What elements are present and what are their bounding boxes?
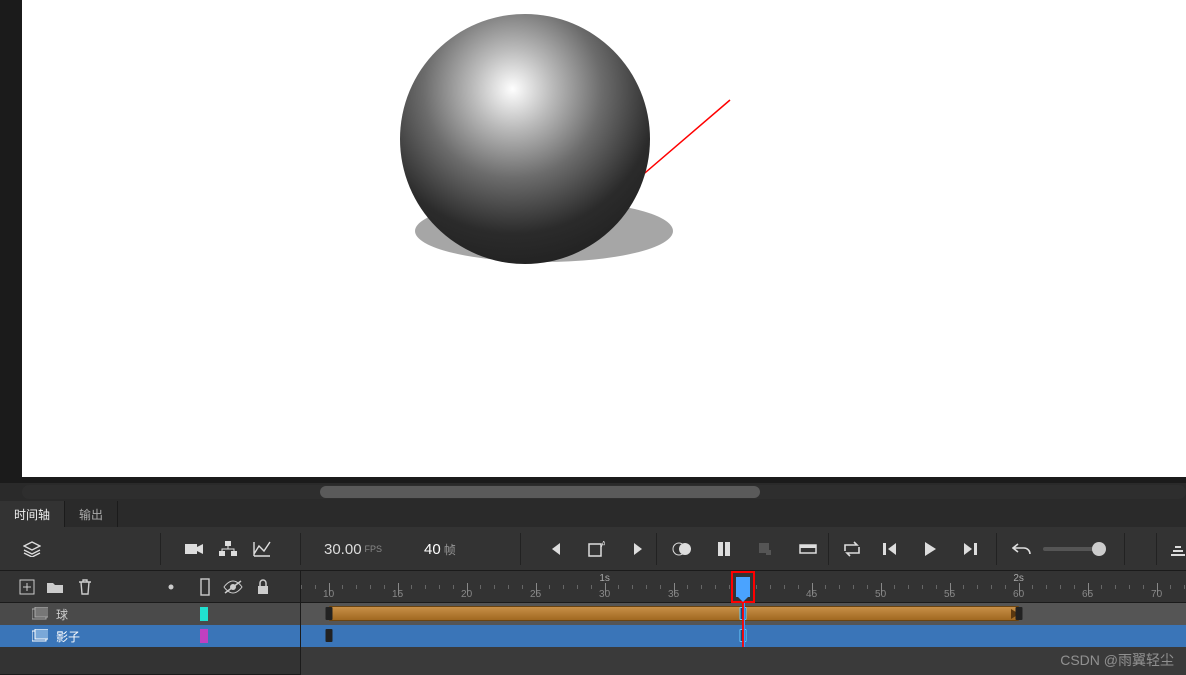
new-folder-icon[interactable]	[44, 577, 66, 597]
lock-column-icon[interactable]	[252, 577, 274, 597]
hierarchy-icon[interactable]	[216, 537, 240, 561]
layer-name: 球	[56, 606, 68, 623]
layer-color-chip[interactable]	[200, 629, 208, 643]
camera-icon[interactable]	[182, 537, 206, 561]
fps-field[interactable]: 30.00FPS	[324, 537, 382, 561]
next-keyframe-icon[interactable]	[626, 537, 650, 561]
play-icon[interactable]	[918, 537, 942, 561]
frame-label: 帧	[444, 541, 456, 558]
scrollbar-thumb[interactable]	[320, 486, 760, 498]
outline-column-icon[interactable]	[194, 577, 216, 597]
undo-icon[interactable]	[1010, 537, 1034, 561]
delete-layer-icon[interactable]	[74, 577, 96, 597]
sphere-object[interactable]	[400, 14, 650, 264]
resize-timeline-icon[interactable]	[1166, 537, 1186, 561]
edit-multiple-icon[interactable]	[712, 537, 736, 561]
panel-tabs: 时间轴 输出	[0, 501, 1186, 527]
stage-horizontal-scrollbar[interactable]	[0, 483, 1186, 501]
layer-row[interactable]: 影子	[0, 625, 300, 647]
new-layer-icon[interactable]	[16, 577, 38, 597]
layer-type-icon	[32, 607, 48, 621]
fps-value[interactable]: 30.00	[324, 541, 362, 558]
zoom-slider-knob[interactable]	[1092, 542, 1106, 556]
visibility-column-icon[interactable]	[222, 577, 244, 597]
layer-type-icon	[32, 629, 48, 643]
fps-label: FPS	[365, 544, 383, 554]
step-back-icon[interactable]	[878, 537, 902, 561]
prev-keyframe-icon[interactable]	[544, 537, 568, 561]
ruler-second-marker: 2s	[1013, 573, 1024, 584]
onion-skin-icon[interactable]	[670, 537, 694, 561]
playhead-handle[interactable]	[736, 577, 750, 597]
highlight-dot-icon	[168, 577, 174, 597]
ruler-second-marker: 1s	[599, 573, 610, 584]
timeline-panel: 时间轴 输出 30.00FPS 40帧 A	[0, 501, 1186, 674]
frame-value[interactable]: 40	[424, 541, 441, 558]
marker-icon	[752, 537, 776, 561]
loop-icon[interactable]	[840, 537, 864, 561]
timeline-toolbar: 30.00FPS 40帧 A	[0, 527, 1186, 571]
keyframe[interactable]	[1015, 607, 1022, 620]
tab-output[interactable]: 输出	[65, 501, 118, 527]
layer-name: 影子	[56, 628, 80, 645]
layer-row[interactable]: 球	[0, 603, 300, 625]
step-forward-icon[interactable]	[958, 537, 982, 561]
tween-span[interactable]	[329, 606, 1019, 621]
timeline-body: 球影子	[0, 603, 1186, 675]
fit-icon[interactable]	[796, 537, 820, 561]
layer-color-chip[interactable]	[200, 607, 208, 621]
layer-list: 球影子	[0, 603, 300, 675]
tab-timeline[interactable]: 时间轴	[0, 501, 65, 527]
layers-menu-icon[interactable]	[20, 537, 44, 561]
svg-text:A: A	[601, 541, 605, 549]
insert-keyframe-icon[interactable]: A	[584, 537, 608, 561]
graph-icon[interactable]	[250, 537, 274, 561]
playhead-highlight-line	[742, 603, 744, 647]
timeline-ruler[interactable]: 101520253035404550556065701s2s	[300, 571, 1186, 603]
timeline-tracks[interactable]	[300, 603, 1186, 675]
frame-field[interactable]: 40帧	[424, 537, 456, 561]
keyframe[interactable]	[325, 607, 332, 620]
stage-area	[0, 0, 1186, 501]
keyframe[interactable]	[325, 629, 332, 642]
canvas-stage[interactable]	[22, 0, 1186, 477]
